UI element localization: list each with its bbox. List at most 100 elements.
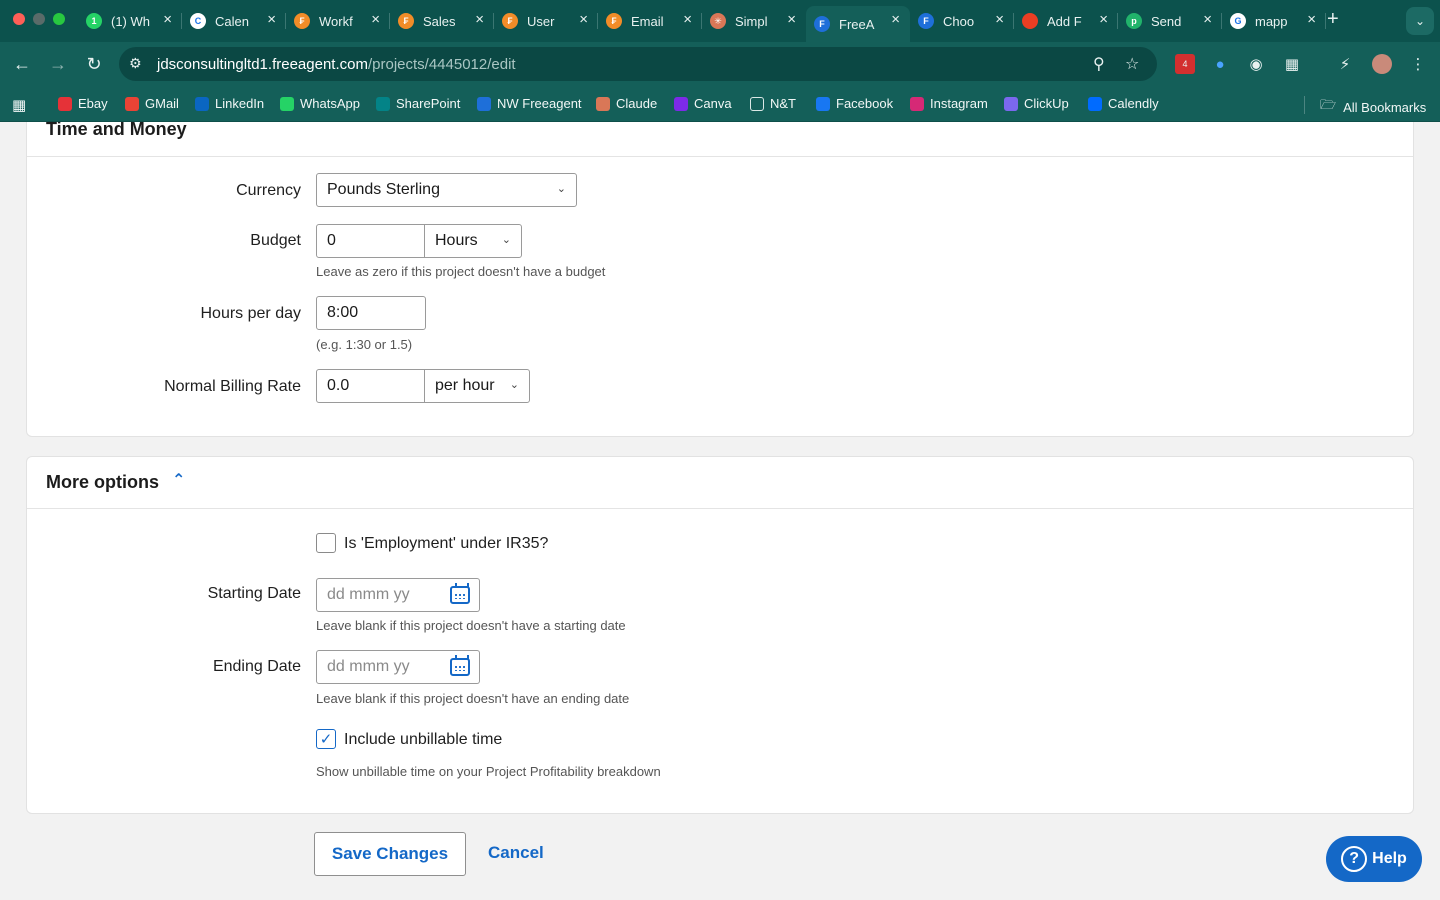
close-icon[interactable]: × xyxy=(1099,11,1108,28)
forward-arrow-icon[interactable]: → xyxy=(46,52,70,76)
all-bookmarks-folder[interactable]: 🗁 All Bookmarks xyxy=(1320,96,1426,118)
bookmark-item[interactable]: LinkedIn xyxy=(195,96,264,111)
address-bar[interactable]: ⚙ jdsconsultingltd1.freeagent.com/projec… xyxy=(119,47,1157,81)
browser-tab[interactable]: ✳ Simpl × xyxy=(702,6,806,36)
budget-input[interactable]: 0 xyxy=(316,224,425,258)
close-icon[interactable]: × xyxy=(995,11,1004,28)
currency-label: Currency xyxy=(236,182,301,199)
ir35-label[interactable]: Is 'Employment' under IR35? xyxy=(344,535,548,553)
freeagent-icon: ₣ xyxy=(294,13,310,29)
billing-rate-input[interactable]: 0.0 xyxy=(316,369,425,403)
grammarly-extension-icon[interactable]: ◉ xyxy=(1246,54,1266,74)
help-button[interactable]: ? Help xyxy=(1326,836,1422,882)
profile-avatar[interactable] xyxy=(1372,54,1392,74)
starting-date-label: Starting Date xyxy=(207,585,301,602)
tab-title: Email xyxy=(631,13,664,29)
unbillable-label[interactable]: Include unbillable time xyxy=(344,731,502,749)
bookmark-item[interactable]: Claude xyxy=(596,96,657,111)
bookmark-item[interactable]: WhatsApp xyxy=(280,96,360,111)
time-and-money-section: Time and Money Currency Pounds Sterling … xyxy=(26,122,1414,437)
billing-rate-unit-select[interactable]: per hour ⌄ xyxy=(424,369,530,403)
clickup-icon xyxy=(1004,96,1018,111)
freeagent-icon: ₣ xyxy=(398,13,414,29)
browser-tab[interactable]: Add F × xyxy=(1014,6,1118,36)
browser-tab[interactable]: Gmapp × xyxy=(1222,6,1326,36)
close-icon[interactable]: × xyxy=(475,11,484,28)
starting-date-input[interactable]: dd mmm yy xyxy=(316,578,441,612)
window-minimize-button[interactable] xyxy=(33,13,45,25)
ending-date-calendar-button[interactable] xyxy=(440,650,480,684)
bookmark-item[interactable]: GMail xyxy=(125,96,179,111)
budget-hint: Leave as zero if this project doesn't ha… xyxy=(316,264,606,279)
tab-search-button[interactable]: ⌄ xyxy=(1406,7,1434,35)
hours-per-day-input[interactable]: 8:00 xyxy=(316,296,426,330)
bookmark-item[interactable]: N&T xyxy=(750,96,796,111)
reload-icon[interactable]: ↻ xyxy=(82,52,106,76)
browser-tab[interactable]: p Send × xyxy=(1118,6,1222,36)
window-close-button[interactable] xyxy=(13,13,25,25)
close-icon[interactable]: × xyxy=(1203,11,1212,28)
browser-tab[interactable]: F FreeA × xyxy=(806,6,910,42)
ir35-checkbox[interactable] xyxy=(316,533,336,553)
browser-tab[interactable]: ₣ User × xyxy=(494,6,598,36)
bookmark-label: NW Freeagent xyxy=(497,96,582,111)
budget-unit-select[interactable]: Hours ⌄ xyxy=(424,224,522,258)
tab-title: Send xyxy=(1151,13,1182,29)
unbillable-checkbox[interactable]: ✓ xyxy=(316,729,336,749)
site-info-icon[interactable]: ⚙ xyxy=(129,55,142,72)
browser-tab[interactable]: F Choo × xyxy=(910,6,1014,36)
url-domain: jdsconsultingltd1.freeagent.com xyxy=(157,56,368,73)
close-icon[interactable]: × xyxy=(579,11,588,28)
close-icon[interactable]: × xyxy=(163,11,172,28)
close-icon[interactable]: × xyxy=(787,11,796,28)
bookmark-label: Canva xyxy=(694,96,732,111)
extensions-puzzle-icon[interactable]: ▦ xyxy=(1282,54,1302,74)
currency-select[interactable]: Pounds Sterling ⌄ xyxy=(316,173,577,207)
bookmark-item[interactable]: ClickUp xyxy=(1004,96,1069,111)
browser-tab[interactable]: C Calen × xyxy=(182,6,286,36)
bookmark-item[interactable]: SharePoint xyxy=(376,96,460,111)
cancel-link[interactable]: Cancel xyxy=(488,843,544,863)
question-icon: ? xyxy=(1341,846,1368,872)
browser-tab[interactable]: ₣ Email × xyxy=(598,6,702,36)
billing-rate-label: Normal Billing Rate xyxy=(164,378,301,395)
bookmark-label: GMail xyxy=(145,96,179,111)
bookmark-item[interactable]: NW Freeagent xyxy=(477,96,582,111)
zoom-icon[interactable]: ⚲ xyxy=(1093,54,1105,74)
section-title: Time and Money xyxy=(46,122,187,139)
bookmark-star-icon[interactable]: ☆ xyxy=(1125,54,1139,74)
bookmark-item[interactable]: Calendly xyxy=(1088,96,1159,111)
bookmark-item[interactable]: Instagram xyxy=(910,96,988,111)
url-text[interactable]: jdsconsultingltd1.freeagent.com/projects… xyxy=(157,56,516,73)
folder-icon: 🗁 xyxy=(1320,97,1337,112)
close-icon[interactable]: × xyxy=(371,11,380,28)
new-tab-button[interactable]: + xyxy=(1327,8,1339,31)
save-changes-button[interactable]: Save Changes xyxy=(314,832,466,876)
performance-icon[interactable]: ⚡ xyxy=(1335,54,1355,74)
extension-badge-icon[interactable]: 4 xyxy=(1175,54,1195,74)
browser-tab[interactable]: 1 (1) Wh × xyxy=(78,6,182,36)
bookmark-item[interactable]: Facebook xyxy=(816,96,893,111)
close-icon[interactable]: × xyxy=(267,11,276,28)
browser-toolbar: ← → ↻ ⚙ jdsconsultingltd1.freeagent.com/… xyxy=(0,42,1440,86)
browser-tab[interactable]: ₣ Sales × xyxy=(390,6,494,36)
bookmark-item[interactable]: Canva xyxy=(674,96,732,111)
window-maximize-button[interactable] xyxy=(53,13,65,25)
more-options-header[interactable]: More options ⌃ xyxy=(27,457,1413,509)
ending-date-input[interactable]: dd mmm yy xyxy=(316,650,441,684)
ebay-icon xyxy=(58,96,72,111)
back-arrow-icon[interactable]: ← xyxy=(10,52,34,76)
calendly-extension-icon[interactable]: ● xyxy=(1210,54,1230,74)
browser-menu-icon[interactable]: ⋮ xyxy=(1408,54,1428,74)
close-icon[interactable]: × xyxy=(1307,11,1316,28)
claude-icon xyxy=(596,96,610,111)
chevron-up-icon[interactable]: ⌃ xyxy=(172,470,185,490)
tab-divider xyxy=(1325,13,1326,29)
browser-tab[interactable]: ₣ Workf × xyxy=(286,6,390,36)
starting-date-calendar-button[interactable] xyxy=(440,578,480,612)
apps-grid-icon[interactable]: ▦ xyxy=(12,96,26,114)
close-icon[interactable]: × xyxy=(683,11,692,28)
bookmark-label: WhatsApp xyxy=(300,96,360,111)
close-icon[interactable]: × xyxy=(891,11,900,28)
bookmark-item[interactable]: Ebay xyxy=(58,96,108,111)
